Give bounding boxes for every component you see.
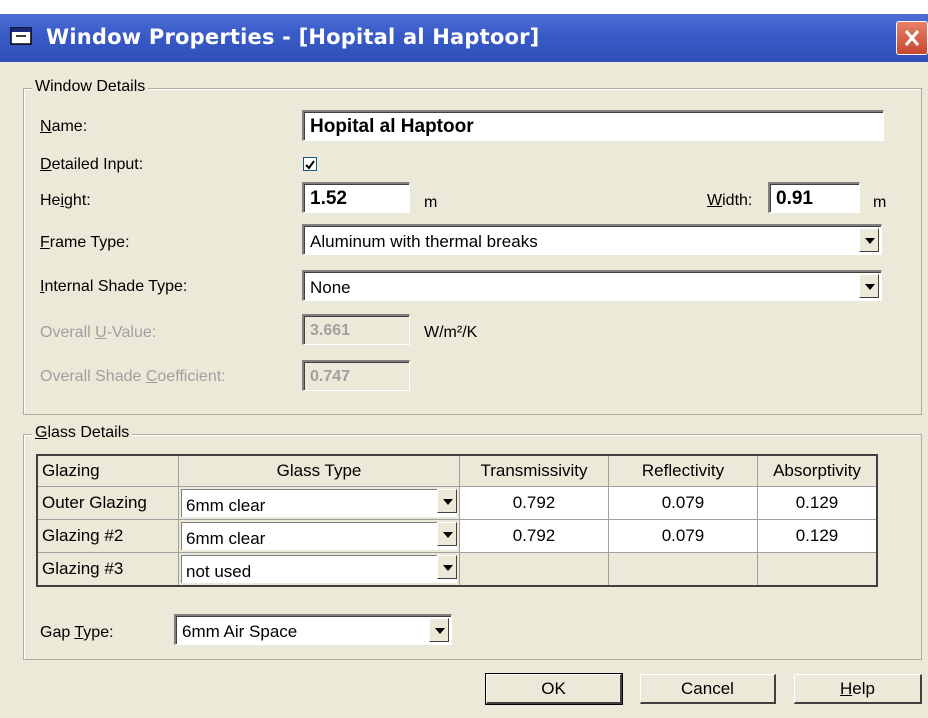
height-unit: m	[424, 194, 438, 211]
window-details-legend: Window Details	[32, 78, 149, 96]
column-header: Transmissivity	[459, 454, 609, 487]
detailed-input-checkbox[interactable]	[303, 157, 317, 171]
glazing-name: Glazing #2	[36, 519, 179, 553]
glazing-name: Glazing #3	[36, 552, 179, 587]
u-value-field: 3.661	[302, 314, 410, 345]
glass-type-select[interactable]: not used	[178, 552, 460, 587]
gap-type-label: Gap Type:	[40, 624, 114, 641]
table-header-row: Glazing Glass Type Transmissivity Reflec…	[36, 454, 878, 487]
shade-coeff-label: Overall Shade Coefficient:	[40, 368, 226, 385]
glass-type-select[interactable]: 6mm clear	[178, 519, 460, 553]
cancel-button[interactable]: Cancel	[640, 674, 776, 704]
shade-type-select[interactable]: None	[302, 270, 882, 301]
column-header: Absorptivity	[757, 454, 878, 487]
gap-type-value: 6mm Air Space	[182, 622, 298, 641]
glass-type-value: 6mm clear	[186, 529, 266, 548]
reflectivity-cell: 0.079	[608, 519, 758, 553]
table-row: Outer Glazing 6mm clear 0.792 0.079 0.12…	[36, 486, 878, 520]
shade-type-label: Internal Shade Type:	[40, 278, 188, 295]
name-label: Name:	[40, 118, 88, 135]
window-properties-dialog: Window Properties - [Hopital al Haptoor]…	[0, 14, 928, 718]
glass-details-legend: Glass Details	[32, 424, 133, 442]
close-button[interactable]	[896, 21, 928, 55]
transmissivity-cell	[459, 552, 609, 587]
help-button[interactable]: Help	[794, 674, 922, 704]
frame-type-value: Aluminum with thermal breaks	[310, 232, 538, 251]
name-input[interactable]: Hopital al Haptoor	[302, 110, 884, 141]
reflectivity-cell	[608, 552, 758, 587]
detailed-input-label: Detailed Input:	[40, 156, 144, 173]
chevron-down-icon[interactable]	[859, 228, 879, 252]
gap-type-select[interactable]: 6mm Air Space	[174, 614, 452, 645]
glass-type-value: 6mm clear	[186, 496, 266, 515]
window-title: Window Properties - [Hopital al Haptoor]	[46, 25, 540, 49]
width-label: Width:	[707, 192, 753, 209]
frame-type-label: Frame Type:	[40, 234, 130, 251]
ok-button[interactable]: OK	[485, 673, 623, 705]
u-value-unit: W/m²/K	[424, 324, 478, 341]
column-header: Reflectivity	[608, 454, 758, 487]
absorptivity-cell: 0.129	[757, 486, 878, 520]
glass-type-select[interactable]: 6mm clear	[178, 486, 460, 520]
absorptivity-cell: 0.129	[757, 519, 878, 553]
chevron-down-icon[interactable]	[429, 618, 449, 642]
glazing-name: Outer Glazing	[36, 486, 179, 520]
chevron-down-icon[interactable]	[437, 489, 457, 513]
frame-type-select[interactable]: Aluminum with thermal breaks	[302, 224, 882, 255]
chevron-down-icon[interactable]	[859, 274, 879, 298]
column-header: Glass Type	[178, 454, 460, 487]
transmissivity-cell: 0.792	[459, 486, 609, 520]
transmissivity-cell: 0.792	[459, 519, 609, 553]
checkmark-icon	[305, 160, 315, 170]
shade-coeff-field: 0.747	[302, 360, 410, 391]
absorptivity-cell	[757, 552, 878, 587]
close-icon	[904, 30, 920, 46]
reflectivity-cell: 0.079	[608, 486, 758, 520]
column-header: Glazing	[36, 454, 179, 487]
width-input[interactable]: 0.91	[768, 182, 860, 213]
glass-table: Glazing Glass Type Transmissivity Reflec…	[36, 454, 878, 587]
table-row: Glazing #3 not used	[36, 552, 878, 587]
shade-type-value: None	[310, 278, 351, 297]
chevron-down-icon[interactable]	[437, 555, 457, 579]
height-label: Height:	[40, 192, 91, 209]
width-unit: m	[873, 194, 887, 211]
height-input[interactable]: 1.52	[302, 182, 410, 213]
title-bar[interactable]: Window Properties - [Hopital al Haptoor]	[0, 14, 928, 62]
glass-type-value: not used	[186, 562, 252, 581]
chevron-down-icon[interactable]	[437, 522, 457, 546]
u-value-label: Overall U-Value:	[40, 324, 157, 341]
window-app-icon	[10, 27, 32, 45]
table-row: Glazing #2 6mm clear 0.792 0.079 0.129	[36, 519, 878, 553]
